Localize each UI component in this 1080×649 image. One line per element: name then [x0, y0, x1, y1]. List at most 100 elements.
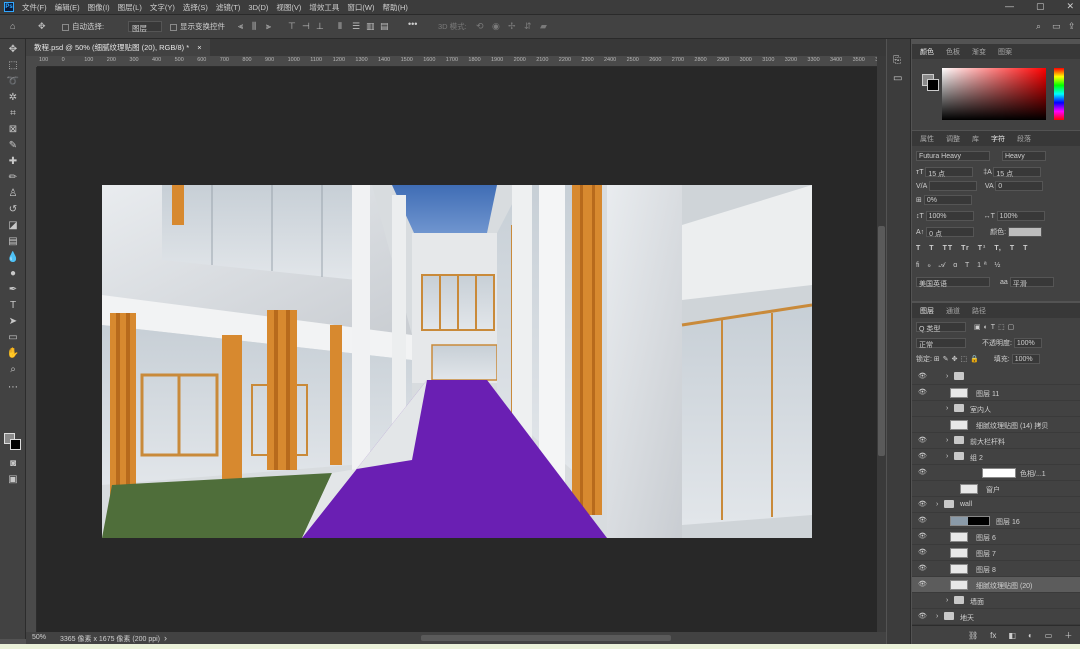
visibility-eye-icon[interactable]: 👁: [918, 372, 927, 380]
document-tab[interactable]: 教程.psd @ 50% (细腻纹理贴图 (20), RGB/8) * ×: [26, 39, 210, 56]
history-brush-tool-icon[interactable]: ↺: [5, 203, 21, 216]
more-options-button[interactable]: •••: [408, 19, 417, 29]
lock-icons[interactable]: ⊞✎✥⬚🔒: [934, 356, 982, 363]
type-style-button[interactable]: T: [1023, 245, 1028, 252]
chevron-icon[interactable]: ›: [946, 437, 948, 444]
panel-tab[interactable]: 属性: [920, 134, 934, 144]
chevron-icon[interactable]: ›: [946, 597, 948, 604]
clone-stamp-tool-icon[interactable]: ♙: [5, 187, 21, 200]
pen-tool-icon[interactable]: ✒: [5, 283, 21, 296]
gradient-tool-icon[interactable]: ▤: [5, 235, 21, 248]
eyedropper-tool-icon[interactable]: ✎: [5, 139, 21, 152]
menu-item[interactable]: 选择(S): [183, 2, 208, 13]
quick-mask-icon[interactable]: ◙: [5, 457, 21, 470]
visibility-eye-icon[interactable]: 👁: [918, 580, 927, 588]
layer-row[interactable]: 👁 ›: [912, 369, 1080, 385]
layers-footer-button[interactable]: ◐: [1028, 631, 1033, 640]
color-picker-field[interactable]: [942, 68, 1046, 120]
layer-row[interactable]: › 室内人: [912, 401, 1080, 417]
distribute-h-icon[interactable]: ⦀: [338, 21, 342, 32]
type-style-button[interactable]: TT: [943, 245, 954, 252]
layer-row[interactable]: 👁 › 地天: [912, 609, 1080, 625]
menu-item[interactable]: 帮助(H): [383, 2, 408, 13]
status-arrow-icon[interactable]: ›: [164, 633, 167, 643]
more-tools-icon[interactable]: ⋯: [5, 381, 21, 394]
fraction-icon[interactable]: ½: [995, 262, 1004, 269]
3d-scale-icon[interactable]: ▰: [540, 21, 547, 32]
font-style-select[interactable]: Heavy: [1001, 151, 1046, 161]
layers-footer-button[interactable]: ▭: [1045, 631, 1053, 640]
type-style-button[interactable]: Tr: [961, 245, 970, 252]
color-background-swatch[interactable]: [927, 79, 939, 91]
chevron-icon[interactable]: ›: [936, 613, 938, 620]
type-style-button[interactable]: T: [1010, 245, 1015, 252]
type-style-button[interactable]: T,: [994, 245, 1001, 252]
magic-wand-tool-icon[interactable]: ✲: [5, 91, 21, 104]
history-panel-icon[interactable]: ⎘: [893, 55, 901, 66]
align-top-icon[interactable]: ⊤: [288, 21, 296, 32]
visibility-eye-icon[interactable]: 👁: [918, 452, 927, 460]
lasso-tool-icon[interactable]: ➰: [5, 75, 21, 88]
chevron-icon[interactable]: ›: [946, 405, 948, 412]
type-style-button[interactable]: T: [916, 245, 921, 252]
panel-tab[interactable]: 库: [972, 134, 979, 144]
move-tool-icon[interactable]: ✥: [38, 21, 46, 32]
font-family-select[interactable]: Futura Heavy: [916, 151, 990, 161]
titling-icon[interactable]: T: [965, 262, 972, 269]
visibility-eye-icon[interactable]: 👁: [918, 516, 927, 524]
visibility-eye-icon[interactable]: 👁: [918, 468, 927, 476]
3d-pan-icon[interactable]: ✢: [508, 21, 516, 32]
font-size-field[interactable]: 15 点: [925, 167, 974, 178]
layer-row[interactable]: 👁 图层 6: [912, 529, 1080, 545]
distribute-space-icon[interactable]: ▤: [380, 21, 389, 32]
swash-icon[interactable]: 𝒜: [939, 262, 949, 269]
layer-row[interactable]: › 墙面: [912, 593, 1080, 609]
comments-panel-icon[interactable]: ▭: [893, 73, 902, 84]
blur-tool-icon[interactable]: 💧: [5, 251, 21, 264]
auto-select-checkbox[interactable]: 自动选择:: [62, 21, 104, 32]
layers-footer-button[interactable]: ＋: [1064, 630, 1072, 641]
visibility-eye-icon[interactable]: 👁: [918, 436, 927, 444]
workspace-icon[interactable]: ▭: [1052, 21, 1061, 32]
tsume-field[interactable]: 0%: [923, 195, 972, 205]
3d-roll-icon[interactable]: ◉: [492, 21, 500, 32]
eraser-tool-icon[interactable]: ◪: [5, 219, 21, 232]
chevron-icon[interactable]: ›: [936, 501, 938, 508]
language-select[interactable]: 美国英语: [916, 277, 990, 288]
menu-item[interactable]: 图像(I): [88, 2, 110, 13]
dodge-tool-icon[interactable]: ●: [5, 267, 21, 280]
move-tool-icon[interactable]: ✥: [5, 43, 21, 56]
align-center-icon[interactable]: ⫼: [252, 21, 256, 32]
menu-item[interactable]: 3D(D): [248, 3, 268, 12]
layer-row[interactable]: 👁 图层 16: [912, 513, 1080, 529]
ordinal-icon[interactable]: 1ª: [977, 262, 989, 269]
filter-icons[interactable]: ▣◐T⬚▢: [974, 324, 1017, 331]
menu-item[interactable]: 文字(Y): [150, 2, 175, 13]
align-left-icon[interactable]: ⫷: [238, 21, 243, 32]
menu-item[interactable]: 编辑(E): [55, 2, 80, 13]
align-bottom-icon[interactable]: ⊥: [316, 21, 324, 32]
panel-tab[interactable]: 段落: [1017, 134, 1031, 144]
brush-tool-icon[interactable]: ✏: [5, 171, 21, 184]
path-selection-tool-icon[interactable]: ➤: [5, 315, 21, 328]
antialias-select[interactable]: 平滑: [1009, 277, 1054, 288]
horizontal-scale-field[interactable]: 100%: [996, 211, 1045, 221]
menu-item[interactable]: 滤镜(T): [216, 2, 241, 13]
menu-item[interactable]: 窗口(W): [347, 2, 374, 13]
horizontal-scroll-thumb[interactable]: [421, 635, 671, 641]
type-style-button[interactable]: T: [929, 245, 934, 252]
panel-tab[interactable]: 字符: [991, 134, 1005, 144]
visibility-eye-icon[interactable]: 👁: [918, 548, 927, 556]
close-tab-icon[interactable]: ×: [197, 43, 201, 52]
show-transform-checkbox[interactable]: 显示变换控件: [170, 21, 225, 32]
close-window-button[interactable]: ✕: [1066, 1, 1074, 12]
opacity-field[interactable]: 100%: [1013, 338, 1042, 349]
layer-row[interactable]: 窗户: [912, 481, 1080, 497]
maximize-button[interactable]: ▢: [1036, 1, 1045, 12]
vertical-scroll-thumb[interactable]: [878, 226, 885, 456]
ligatures-icon[interactable]: ﬁ: [916, 262, 923, 269]
visibility-eye-icon[interactable]: 👁: [918, 388, 927, 396]
layers-footer-button[interactable]: ⛓: [968, 631, 978, 640]
layer-row[interactable]: 👁 图层 7: [912, 545, 1080, 561]
baseline-field[interactable]: 0 点: [926, 227, 975, 238]
